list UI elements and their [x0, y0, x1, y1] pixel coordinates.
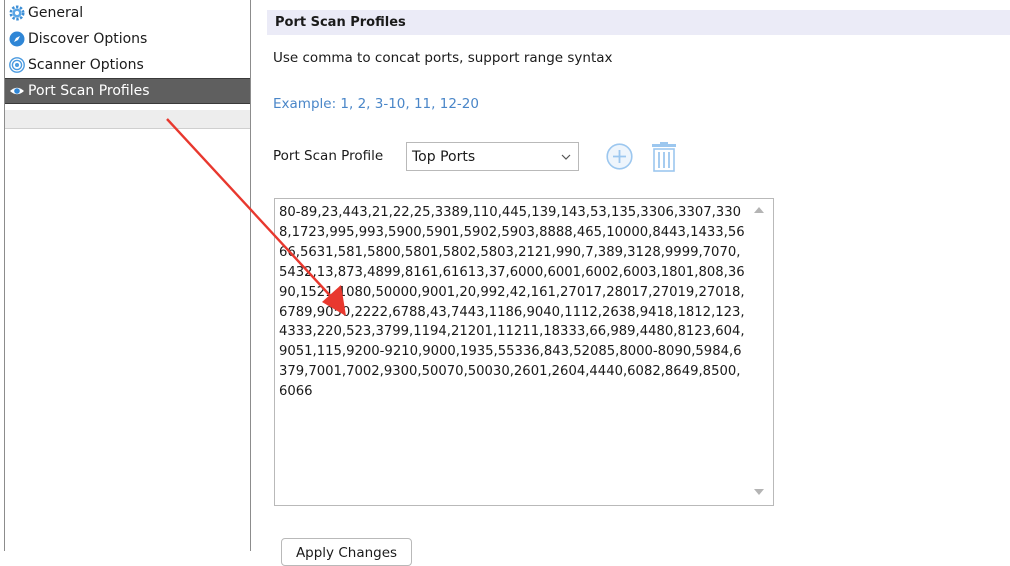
section-title: Port Scan Profiles [275, 15, 406, 30]
sidebar-item-discover-options[interactable]: Discover Options [5, 26, 250, 52]
apply-changes-button[interactable]: Apply Changes [281, 538, 412, 566]
compass-icon [9, 31, 25, 47]
ports-textarea[interactable]: 80-89,23,443,21,22,25,3389,110,445,139,1… [274, 198, 774, 506]
example-text: Example: 1, 2, 3-10, 11, 12-20 [273, 96, 479, 112]
delete-profile-button[interactable] [650, 142, 678, 172]
chevron-down-icon [561, 154, 571, 160]
selected-profile-value: Top Ports [412, 149, 476, 165]
section-header: Port Scan Profiles [267, 10, 1010, 35]
sidebar-nav: General Discover Options Scanner Options… [5, 0, 250, 104]
gear-icon [9, 5, 25, 21]
settings-sidebar: General Discover Options Scanner Options… [0, 0, 251, 551]
ports-text: 80-89,23,443,21,22,25,3389,110,445,139,1… [279, 205, 745, 400]
sidebar-separator [5, 110, 250, 129]
sidebar-item-scanner-options[interactable]: Scanner Options [5, 52, 250, 78]
sidebar-item-label: Scanner Options [28, 57, 144, 73]
scroll-up-arrow[interactable] [754, 207, 764, 213]
description-text: Use comma to concat ports, support range… [273, 50, 613, 66]
port-scan-profile-select[interactable]: Top Ports [406, 142, 579, 171]
apply-changes-label: Apply Changes [295, 545, 398, 561]
add-profile-button[interactable] [606, 143, 633, 170]
sidebar-item-general[interactable]: General [5, 0, 250, 26]
scroll-down-arrow[interactable] [754, 489, 764, 495]
sidebar-item-label: Port Scan Profiles [28, 83, 150, 99]
port-scan-profile-label: Port Scan Profile [273, 148, 384, 164]
radar-icon [9, 57, 25, 73]
sidebar-item-label: General [28, 5, 84, 21]
eye-icon [10, 87, 24, 95]
sidebar-item-label: Discover Options [28, 31, 148, 47]
sidebar-item-port-scan-profiles[interactable]: Port Scan Profiles [5, 78, 250, 104]
